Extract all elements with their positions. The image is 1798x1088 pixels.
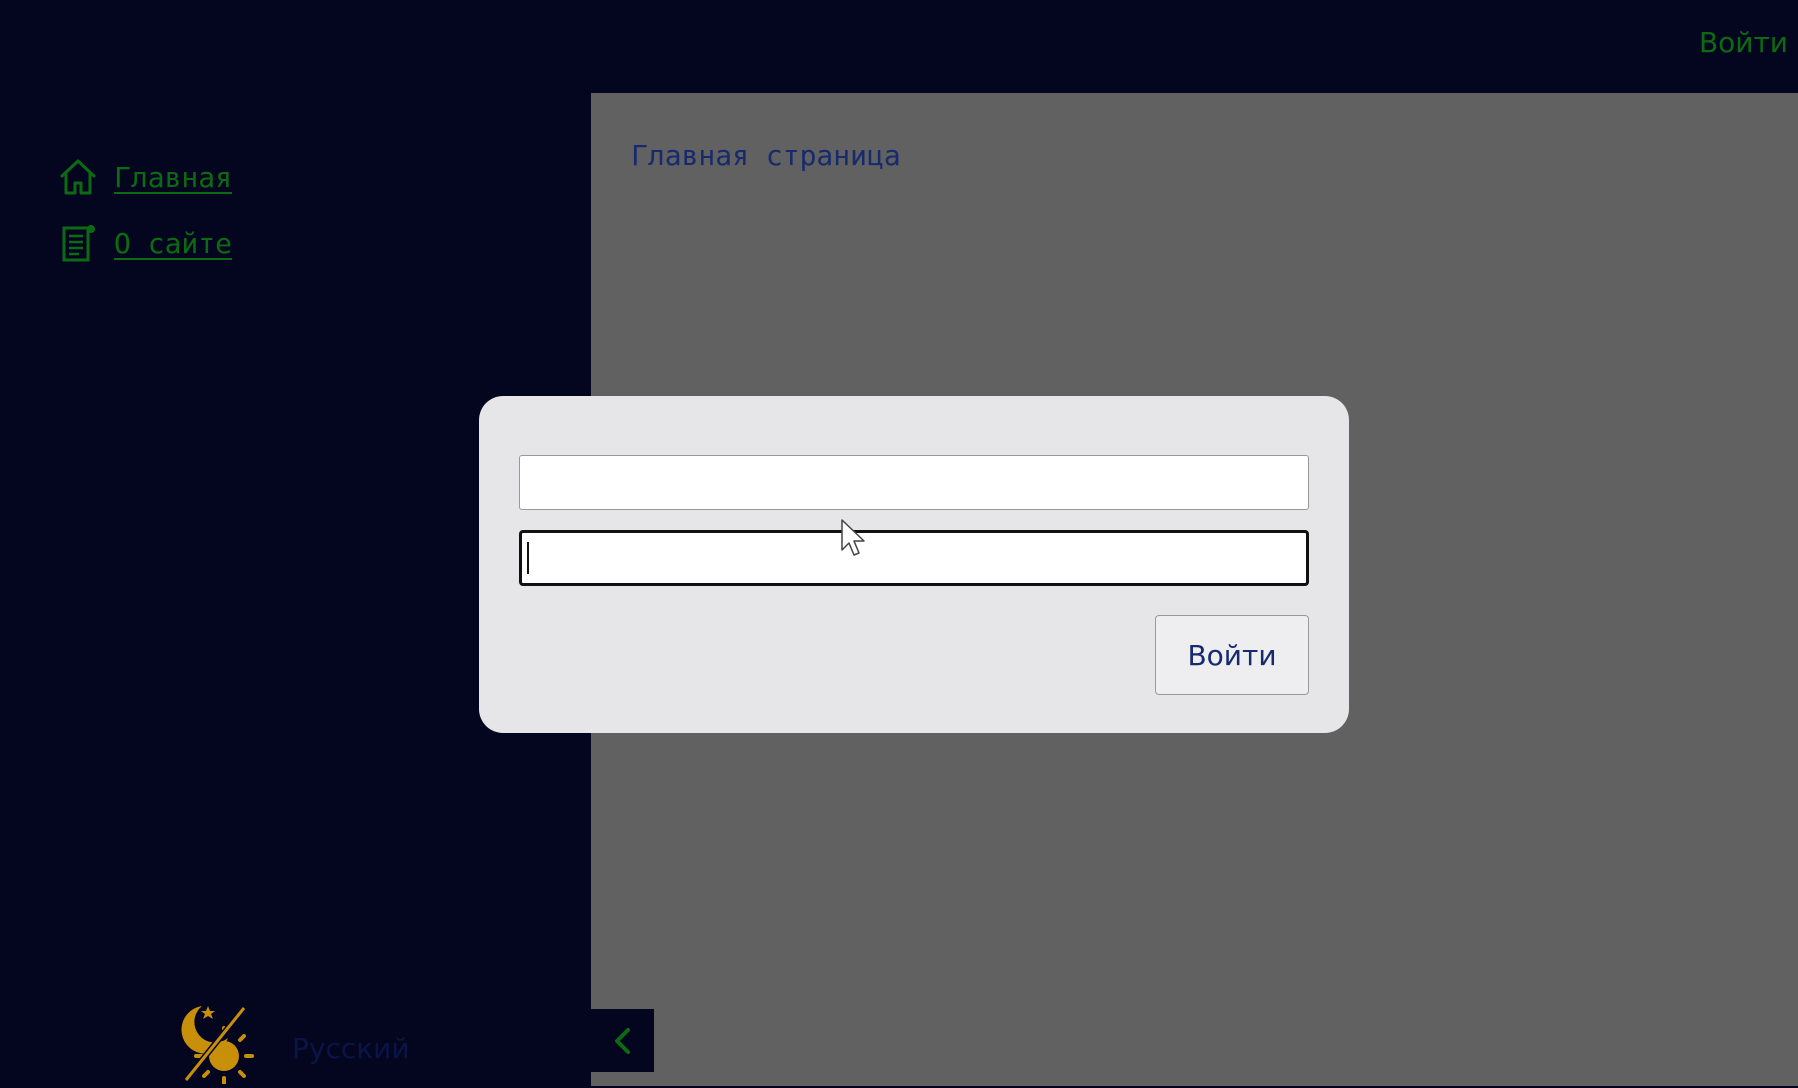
header-login-link[interactable]: Войти: [1699, 26, 1788, 59]
text-caret: [527, 542, 529, 574]
home-icon: [56, 155, 100, 199]
theme-toggle[interactable]: [172, 1000, 256, 1086]
document-icon: [56, 221, 100, 265]
sidebar-item-about[interactable]: О сайте: [56, 221, 232, 265]
login-submit-button[interactable]: Войти: [1155, 615, 1309, 695]
login-dialog: Войти: [479, 396, 1349, 733]
sidebar-item-label: Главная: [114, 160, 233, 194]
language-selector[interactable]: Русский: [292, 1032, 410, 1065]
chevron-left-icon: [614, 1027, 630, 1054]
top-bar: Войти: [0, 0, 1798, 93]
moon-sun-icon: [181, 1006, 254, 1086]
sidebar-collapse-button[interactable]: [591, 1009, 654, 1072]
username-field[interactable]: [519, 455, 1309, 510]
password-field[interactable]: [519, 530, 1309, 586]
sidebar-item-label: О сайте: [114, 226, 233, 260]
sidebar-item-home[interactable]: Главная: [56, 155, 232, 199]
mouse-cursor-icon: [840, 518, 868, 564]
page-title: Главная страница: [631, 139, 901, 172]
